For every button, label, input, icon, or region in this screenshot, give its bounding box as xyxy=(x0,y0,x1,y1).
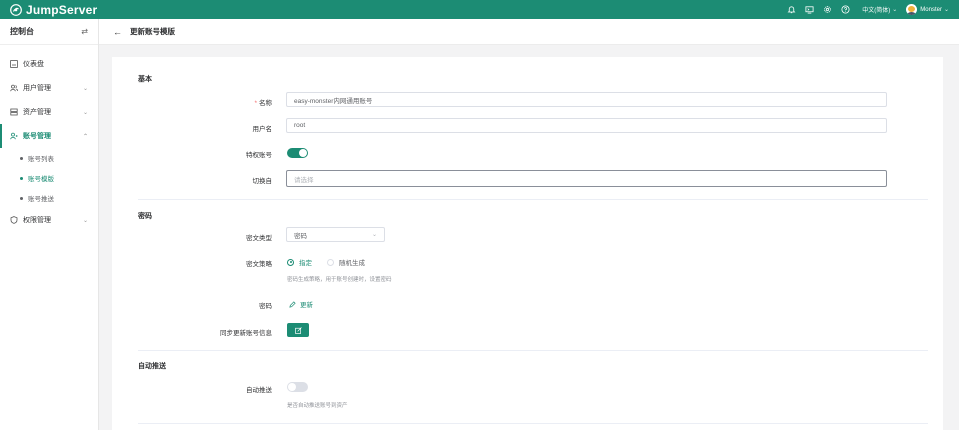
strategy-help-text: 密码生成策略，用于账号创建时，设置密码 xyxy=(287,277,392,283)
page-header: ← 更新账号模版 xyxy=(99,19,959,45)
divider xyxy=(138,199,928,200)
su-from-select[interactable]: 请选择 xyxy=(286,170,887,187)
language-label: 中文(简体) xyxy=(862,8,891,14)
chevron-down-icon: ⌄ xyxy=(82,85,88,92)
strategy-label: 密文策略 xyxy=(246,261,272,268)
sidebar: 控制台 ⇄ 仪表盘 用户管理 ⌄ 资产管理 ⌄ 账号管理 ⌃ 账号列表 账号模版… xyxy=(0,19,99,430)
chevron-down-icon: ⌄ xyxy=(371,232,377,238)
su-from-label: 切换自 xyxy=(252,178,273,185)
sidebar-subitem-label: 账号模版 xyxy=(28,176,54,183)
privileged-label: 特权账号 xyxy=(246,152,272,159)
toggle-knob xyxy=(288,383,296,391)
strategy-radio-specify[interactable]: 指定 xyxy=(287,257,312,267)
sidebar-subitem-account-template[interactable]: 账号模版 xyxy=(0,168,98,188)
username-label: 用户名 xyxy=(252,126,273,133)
sidebar-subitem-account-list[interactable]: 账号列表 xyxy=(0,148,98,168)
sidebar-item-label: 账号管理 xyxy=(23,133,51,140)
section-title-secret: 密码 xyxy=(138,213,152,220)
user-menu[interactable]: Monster ⌄ xyxy=(906,4,949,15)
sidebar-item-dashboard[interactable]: 仪表盘 xyxy=(0,52,98,76)
sidebar-item-users[interactable]: 用户管理 ⌄ xyxy=(0,76,98,100)
name-label: * 名称 xyxy=(112,97,272,107)
edit-icon xyxy=(289,300,296,308)
chevron-down-icon: ⌄ xyxy=(82,217,88,224)
required-mark: * xyxy=(254,100,257,107)
bullet-icon xyxy=(20,176,23,180)
divider xyxy=(138,423,928,424)
logo[interactable]: JumpServer xyxy=(10,3,97,17)
sidebar-subitem-account-push[interactable]: 账号推送 xyxy=(0,188,98,208)
back-arrow-icon[interactable]: ← xyxy=(113,27,122,37)
top-right-tools: 中文(简体) ⌄ Monster ⌄ xyxy=(780,0,949,19)
gear-icon[interactable] xyxy=(820,3,834,17)
help-icon[interactable] xyxy=(838,3,852,17)
sidebar-header: 控制台 ⇄ xyxy=(0,19,98,45)
jumpserver-logo-icon xyxy=(10,3,22,16)
radio-circle xyxy=(287,258,294,266)
secret-type-label: 密文类型 xyxy=(246,235,272,242)
sidebar-subitem-label: 账号列表 xyxy=(28,156,54,163)
radio-circle xyxy=(327,258,334,266)
password-update-button[interactable]: 更新 xyxy=(289,299,313,309)
form-card: 基本 * 名称 easy-monster内网通用账号 用户名 root 特权账号 … xyxy=(112,57,943,430)
strategy-option-label: 随机生成 xyxy=(339,260,365,267)
section-title-basic: 基本 xyxy=(138,76,152,83)
sidebar-subitem-label: 账号推送 xyxy=(28,196,54,203)
logo-text: JumpServer xyxy=(26,2,98,17)
edit-icon xyxy=(294,326,302,334)
avatar xyxy=(906,4,918,15)
auto-push-help-text: 是否自动推送账号到资产 xyxy=(287,403,348,409)
screen-icon[interactable] xyxy=(802,3,816,17)
name-input[interactable]: easy-monster内网通用账号 xyxy=(286,92,887,107)
chevron-down-icon: ⌄ xyxy=(943,7,949,13)
accounts-icon xyxy=(9,132,18,141)
divider xyxy=(138,350,928,351)
switch-view-icon[interactable]: ⇄ xyxy=(81,27,88,36)
name-label-text: 名称 xyxy=(259,100,272,107)
username: Monster xyxy=(920,6,942,13)
sidebar-item-label: 用户管理 xyxy=(23,85,51,92)
chevron-down-icon: ⌄ xyxy=(82,109,88,116)
username-input[interactable]: root xyxy=(286,118,887,133)
chevron-up-icon: ⌃ xyxy=(82,133,88,140)
section-title-push: 自动推送 xyxy=(138,363,166,370)
bell-icon[interactable] xyxy=(784,3,798,17)
top-bar: JumpServer 中文(简体) ⌄ Monster ⌄ xyxy=(0,0,959,19)
username-input-value: root xyxy=(294,122,306,129)
password-label: 密码 xyxy=(259,303,272,310)
sidebar-item-permissions[interactable]: 权限管理 ⌄ xyxy=(0,208,98,232)
sidebar-item-label: 资产管理 xyxy=(23,109,51,116)
sidebar-item-accounts[interactable]: 账号管理 ⌃ xyxy=(0,124,98,148)
sidebar-item-assets[interactable]: 资产管理 ⌄ xyxy=(0,100,98,124)
permissions-icon xyxy=(9,216,18,225)
secret-type-value: 密码 xyxy=(294,232,307,240)
chevron-down-icon: ⌄ xyxy=(892,7,898,13)
name-input-value: easy-monster内网通用账号 xyxy=(294,97,373,105)
strategy-radio-random[interactable]: 随机生成 xyxy=(327,257,365,267)
auto-push-toggle[interactable] xyxy=(287,382,308,392)
sync-label: 同步更新账号信息 xyxy=(220,330,272,337)
sync-edit-button[interactable] xyxy=(287,323,309,337)
toggle-knob xyxy=(299,149,307,157)
sidebar-item-label: 权限管理 xyxy=(23,217,51,224)
secret-type-select[interactable]: 密码 ⌄ xyxy=(286,227,385,242)
sidebar-item-label: 仪表盘 xyxy=(23,61,44,68)
assets-icon xyxy=(9,108,18,117)
strategy-option-label: 指定 xyxy=(299,260,312,267)
auto-push-label: 自动推送 xyxy=(246,387,272,394)
bullet-icon xyxy=(20,156,23,160)
sidebar-title: 控制台 xyxy=(10,27,34,36)
page-title: 更新账号模版 xyxy=(130,27,175,36)
su-from-placeholder: 请选择 xyxy=(294,176,314,184)
dashboard-icon xyxy=(9,60,18,69)
privileged-toggle[interactable] xyxy=(287,148,308,158)
users-icon xyxy=(9,84,18,93)
language-selector[interactable]: 中文(简体) ⌄ xyxy=(862,5,897,14)
bullet-icon xyxy=(20,196,23,200)
password-update-label: 更新 xyxy=(300,302,313,309)
